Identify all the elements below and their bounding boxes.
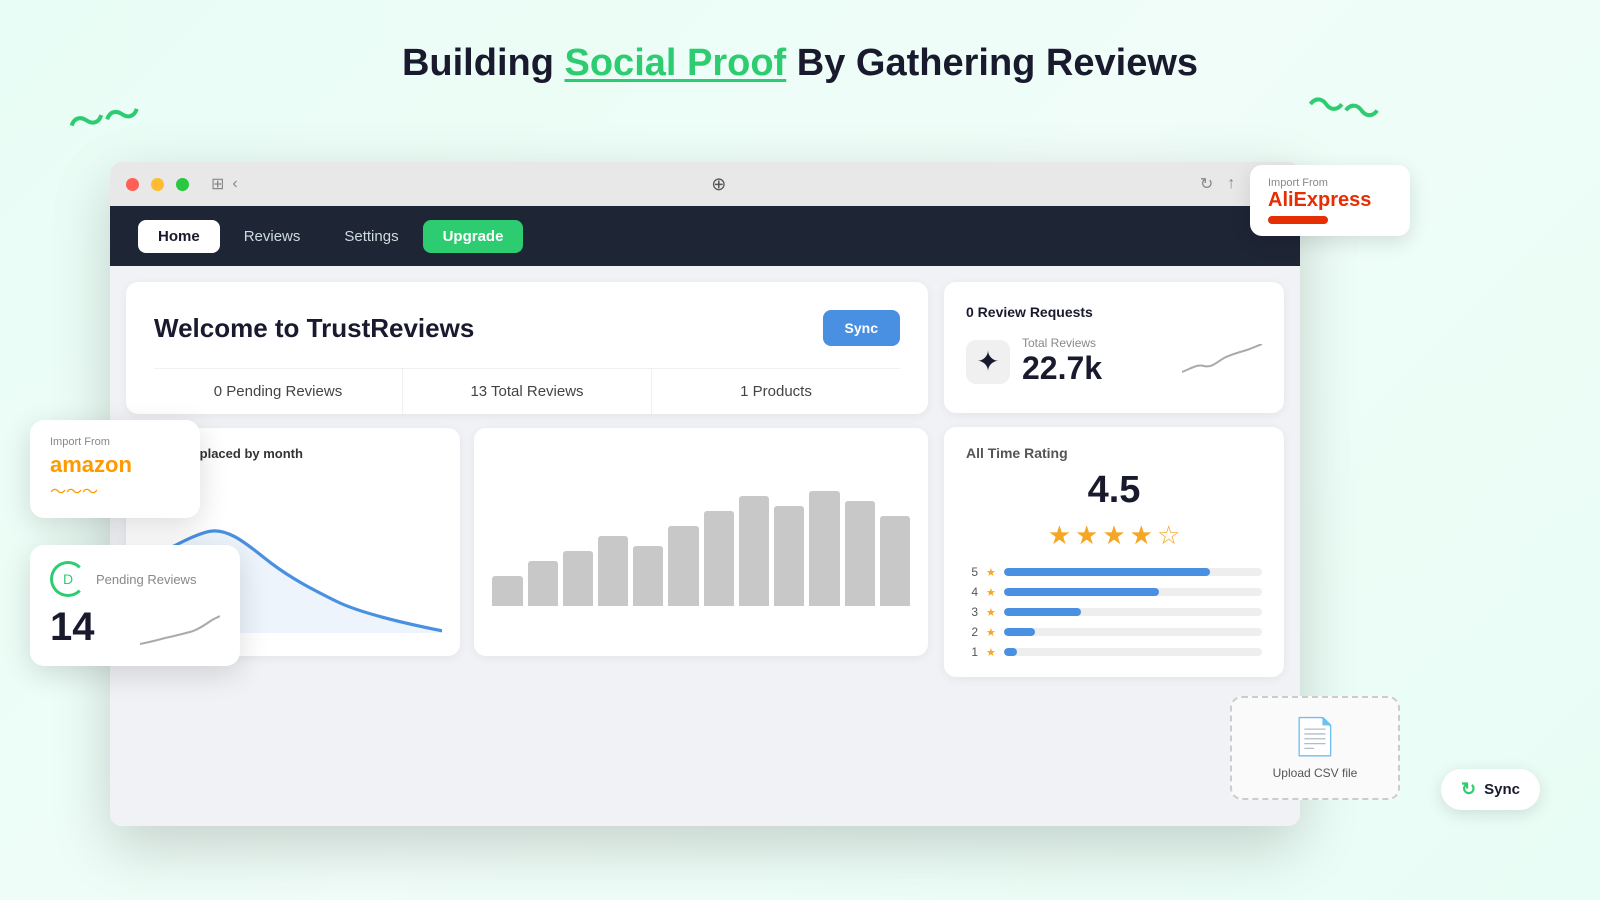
dot-yellow[interactable] — [151, 178, 164, 191]
pending-value: 14 — [50, 605, 95, 650]
bar-1 — [492, 576, 522, 606]
review-requests-card: 0 Review Requests ✦ Total Reviews 22.7k — [944, 282, 1284, 413]
stat-total-reviews: 13 Total Reviews — [403, 369, 652, 414]
pending-reviews-card: D Pending Reviews 14 — [30, 545, 240, 666]
reviews-sparkline — [1182, 344, 1262, 380]
bar-4 — [598, 536, 628, 606]
stat-pending: 0 Pending Reviews — [154, 369, 403, 414]
bar-5 — [633, 546, 663, 606]
dot-green[interactable] — [176, 178, 189, 191]
aliexpress-logo: AliExpress — [1268, 189, 1392, 212]
csv-icon: 📄 — [1293, 716, 1338, 758]
welcome-card: Welcome to TrustReviews Sync 0 Pending R… — [126, 282, 928, 414]
app-nav: Home Reviews Settings Upgrade — [110, 206, 1300, 266]
nav-reviews[interactable]: Reviews — [224, 220, 321, 253]
stats-row: 0 Pending Reviews 13 Total Reviews 1 Pro… — [154, 368, 900, 414]
import-aliexpress-label: Import From — [1268, 177, 1392, 189]
squiggle-tr: 〜〜 — [1304, 74, 1384, 138]
star-5: ☆ — [1157, 520, 1180, 551]
rating-bar-3: 3 ★ — [966, 605, 1262, 619]
bar-12 — [880, 516, 910, 606]
pending-sparkline — [140, 614, 220, 650]
sync-button[interactable]: Sync — [823, 310, 900, 346]
stars-row: ★ ★ ★ ★ ☆ — [966, 520, 1262, 551]
app-body: Welcome to TrustReviews Sync 0 Pending R… — [110, 266, 1300, 826]
reload-icon[interactable]: ↻ — [1200, 174, 1213, 194]
star-3: ★ — [1102, 520, 1125, 551]
csv-upload-card[interactable]: 📄 Upload CSV file — [1230, 696, 1400, 800]
share-icon[interactable]: ↑ — [1227, 175, 1235, 193]
star-1: ★ — [1048, 520, 1071, 551]
browser-titlebar: ⊞ ‹ ⊕ ↻ ↑ + ⧉ — [110, 162, 1300, 206]
bar-10 — [809, 491, 839, 606]
aliexpress-bar — [1268, 216, 1328, 224]
bar-2 — [528, 561, 558, 606]
back-icon[interactable]: ‹ — [232, 175, 237, 193]
star-4: ★ — [1130, 520, 1153, 551]
bar-9 — [774, 506, 804, 606]
csv-label: Upload CSV file — [1273, 766, 1358, 780]
title-highlight: Social Proof — [565, 42, 787, 84]
total-reviews-star-icon: ✦ — [966, 340, 1010, 384]
browser-window: ⊞ ‹ ⊕ ↻ ↑ + ⧉ Home Reviews Settings Upgr… — [110, 162, 1300, 826]
amazon-smile-icon: 〜〜〜 — [50, 478, 180, 502]
all-time-label: All Time Rating — [966, 445, 1262, 461]
nav-home[interactable]: Home — [138, 220, 220, 253]
rating-bar-2: 2 ★ — [966, 625, 1262, 639]
welcome-title: Welcome to TrustReviews — [154, 313, 474, 344]
nav-settings[interactable]: Settings — [324, 220, 418, 253]
star-2: ★ — [1075, 520, 1098, 551]
total-reviews-value: 22.7k — [1022, 350, 1102, 387]
dot-red[interactable] — [126, 178, 139, 191]
rating-value: 4.5 — [966, 469, 1262, 512]
address-icon: ⊕ — [711, 174, 726, 195]
nav-upgrade[interactable]: Upgrade — [423, 220, 524, 253]
bar-6 — [668, 526, 698, 606]
squiggle-tl: 〜〜 — [64, 84, 144, 148]
sync-float-icon: ↻ — [1461, 779, 1476, 800]
rating-bars: 5 ★ 4 ★ 3 ★ 2 — [966, 565, 1262, 659]
rating-bar-4: 4 ★ — [966, 585, 1262, 599]
review-requests-count: 0 Review Requests — [966, 304, 1093, 320]
rating-bar-1: 1 ★ — [966, 645, 1262, 659]
charts-row: Reviews placed by month — [126, 428, 928, 656]
all-time-rating-card: All Time Rating 4.5 ★ ★ ★ ★ ☆ 5 ★ — [944, 427, 1284, 677]
total-reviews-label: Total Reviews — [1022, 336, 1102, 350]
import-aliexpress-card[interactable]: Import From AliExpress — [1250, 165, 1410, 236]
bar-chart-card — [474, 428, 928, 656]
pending-icon: D — [50, 561, 86, 597]
amazon-logo: amazon — [50, 452, 180, 478]
bar-8 — [739, 496, 769, 606]
import-amazon-label: Import From — [50, 436, 180, 448]
bar-3 — [563, 551, 593, 606]
left-panel: Welcome to TrustReviews Sync 0 Pending R… — [126, 282, 928, 810]
title-suffix: By Gathering Reviews — [786, 42, 1198, 84]
stat-products: 1 Products — [652, 369, 900, 414]
pending-label: Pending Reviews — [96, 572, 196, 587]
bar-7 — [704, 511, 734, 606]
rating-bar-5: 5 ★ — [966, 565, 1262, 579]
title-prefix: Building — [402, 42, 565, 84]
bar-11 — [845, 501, 875, 606]
import-amazon-card[interactable]: Import From amazon 〜〜〜 — [30, 420, 200, 518]
sidebar-toggle-icon[interactable]: ⊞ — [211, 174, 224, 194]
sync-float-button[interactable]: ↻ Sync — [1441, 769, 1540, 810]
sync-float-label: Sync — [1484, 781, 1520, 798]
